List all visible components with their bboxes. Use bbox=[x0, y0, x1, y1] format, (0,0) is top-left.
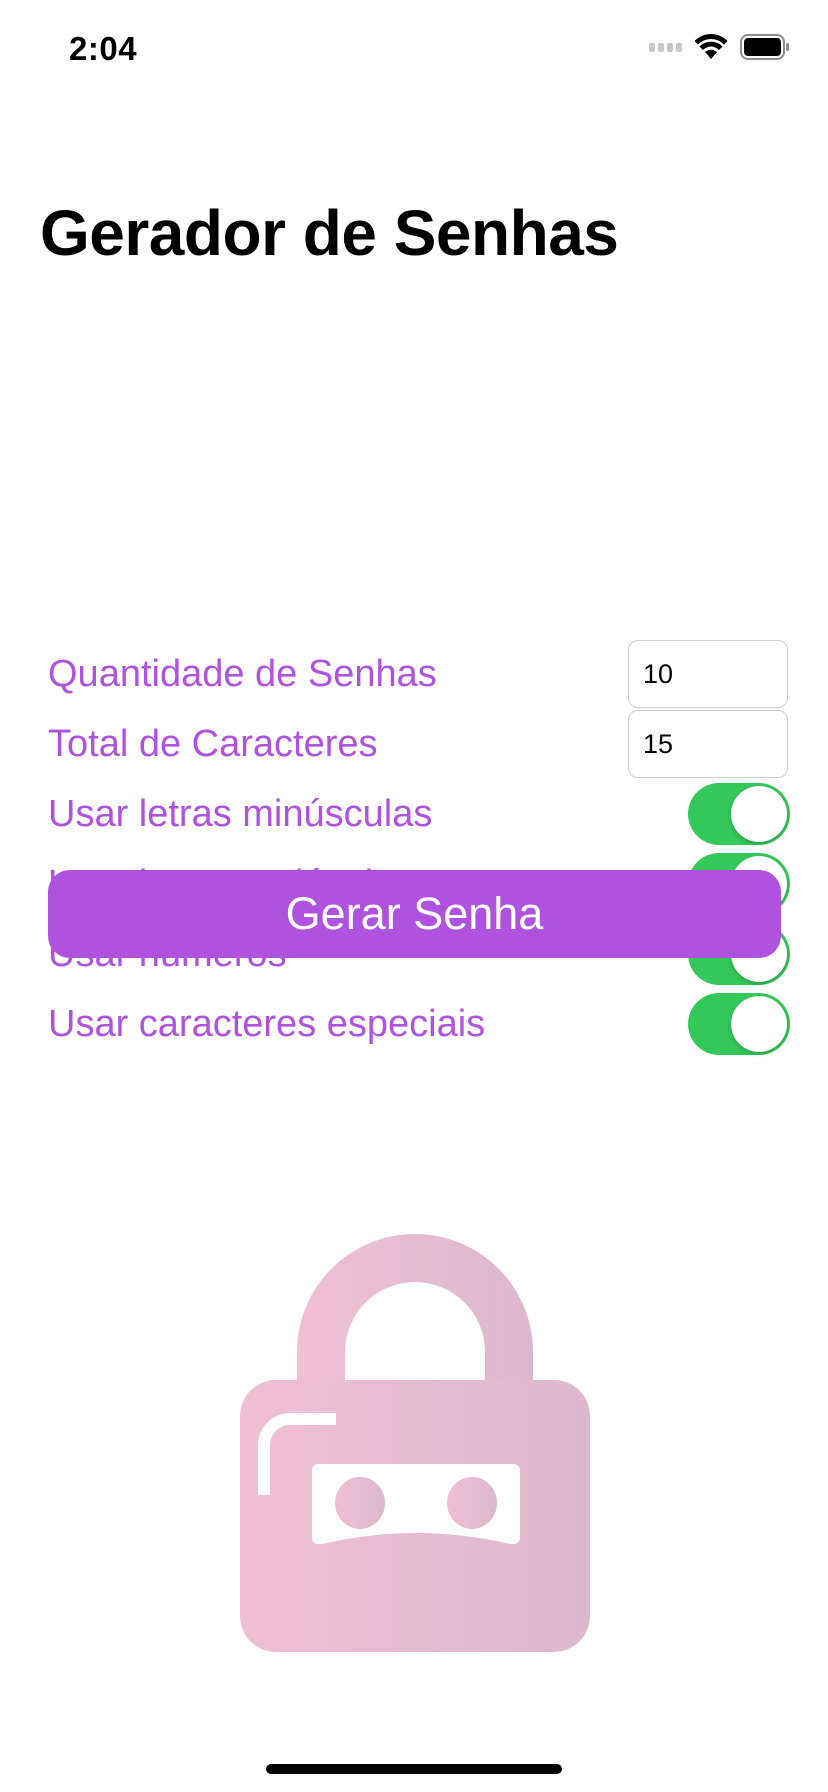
special-chars-label: Usar caracteres especiais bbox=[48, 1002, 486, 1045]
lowercase-toggle[interactable] bbox=[688, 783, 790, 845]
toggle-knob bbox=[731, 786, 787, 842]
length-label: Total de Caracteres bbox=[48, 722, 378, 765]
home-indicator bbox=[266, 1764, 562, 1774]
quantity-row: Quantidade de Senhas 10 bbox=[48, 639, 788, 709]
ninja-lock-icon bbox=[240, 1234, 590, 1652]
status-icons bbox=[649, 34, 790, 60]
generate-password-button[interactable]: Gerar Senha bbox=[48, 870, 781, 958]
quantity-input[interactable]: 10 bbox=[628, 640, 788, 708]
special-chars-row: Usar caracteres especiais bbox=[48, 989, 790, 1059]
special-chars-toggle[interactable] bbox=[688, 993, 790, 1055]
quantity-label: Quantidade de Senhas bbox=[48, 652, 437, 695]
wifi-icon bbox=[694, 34, 728, 59]
length-row: Total de Caracteres 15 bbox=[48, 709, 788, 779]
toggle-knob bbox=[731, 996, 787, 1052]
lowercase-label: Usar letras minúsculas bbox=[48, 792, 433, 835]
status-time: 2:04 bbox=[69, 30, 138, 67]
battery-icon bbox=[740, 34, 789, 60]
app-screen: 2:04 Gerador de Senhas Quantidade de Sen… bbox=[0, 0, 828, 1792]
page-title: Gerador de Senhas bbox=[40, 197, 619, 269]
length-input[interactable]: 15 bbox=[628, 710, 788, 778]
lowercase-row: Usar letras minúsculas bbox=[48, 779, 790, 849]
cellular-signal-icon bbox=[649, 42, 682, 52]
